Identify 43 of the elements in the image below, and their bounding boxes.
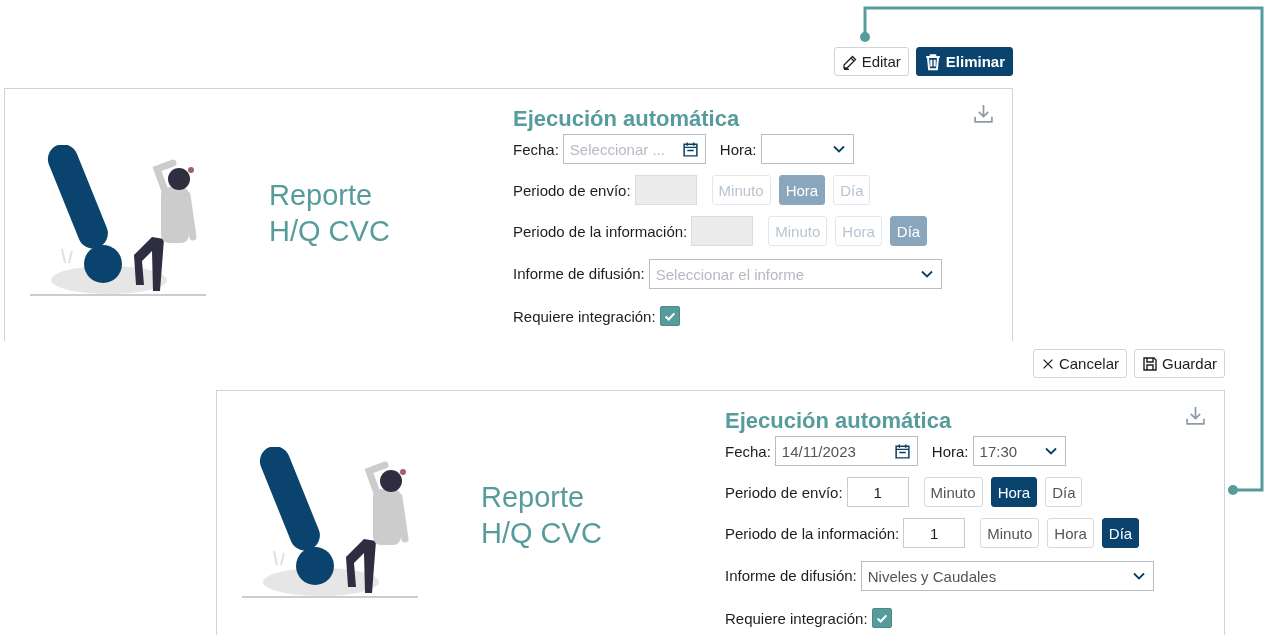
report-title: Reporte H/Q CVC bbox=[269, 178, 391, 249]
checkbox[interactable] bbox=[871, 608, 892, 628]
download-icon[interactable] bbox=[1185, 405, 1206, 426]
checkbox[interactable] bbox=[659, 306, 680, 326]
download-icon[interactable] bbox=[973, 103, 994, 124]
report-title: Reporte H/Q CVC bbox=[481, 480, 603, 551]
unit-toggle[interactable]: Día bbox=[1045, 477, 1083, 507]
time-select[interactable]: 17:30 bbox=[972, 436, 1066, 466]
field-label: Fecha: bbox=[725, 442, 771, 460]
field-label: Periodo de la información: bbox=[513, 222, 688, 240]
date-field[interactable]: 14/11/2023 bbox=[774, 436, 918, 466]
field-label: Periodo de envío: bbox=[513, 181, 631, 199]
save-icon bbox=[1141, 355, 1158, 372]
time-select[interactable] bbox=[760, 134, 854, 164]
field-label: Informe de difusión: bbox=[725, 566, 857, 584]
calendar-icon bbox=[893, 442, 911, 460]
delete-button[interactable]: Eliminar bbox=[915, 47, 1013, 76]
field-label: Requiere integración: bbox=[725, 609, 868, 627]
section-heading: Ejecución automática bbox=[725, 408, 953, 434]
number-field[interactable]: 1 bbox=[903, 518, 966, 548]
number-field[interactable]: 1 bbox=[846, 477, 909, 507]
edit-button[interactable]: Editar bbox=[833, 47, 909, 76]
section-heading: Ejecución automática bbox=[513, 106, 741, 132]
calendar-icon bbox=[681, 140, 699, 158]
unit-toggle[interactable]: Día bbox=[1101, 518, 1140, 548]
field-label: Hora: bbox=[719, 140, 757, 158]
unit-toggle[interactable]: Minuto bbox=[923, 477, 983, 507]
save-button[interactable]: Guardar bbox=[1133, 349, 1225, 378]
cancel-button[interactable]: Cancelar bbox=[1032, 349, 1127, 378]
field-label: Requiere integración: bbox=[513, 307, 656, 325]
field-label: Periodo de envío: bbox=[725, 483, 843, 501]
field-label: Periodo de la información: bbox=[725, 524, 900, 542]
pencil-icon bbox=[841, 53, 858, 70]
unit-toggle[interactable]: Minuto bbox=[980, 518, 1040, 548]
field-label: Fecha: bbox=[513, 140, 559, 158]
number-field[interactable] bbox=[634, 175, 697, 205]
trash-icon bbox=[923, 52, 942, 71]
unit-toggle[interactable]: Hora bbox=[990, 477, 1038, 507]
number-field[interactable] bbox=[691, 216, 754, 246]
unit-toggle[interactable]: Hora bbox=[1047, 518, 1094, 548]
report-select[interactable]: Niveles y Caudales bbox=[860, 561, 1154, 591]
field-label: Informe de difusión: bbox=[513, 264, 645, 282]
field-label: Hora: bbox=[931, 442, 969, 460]
